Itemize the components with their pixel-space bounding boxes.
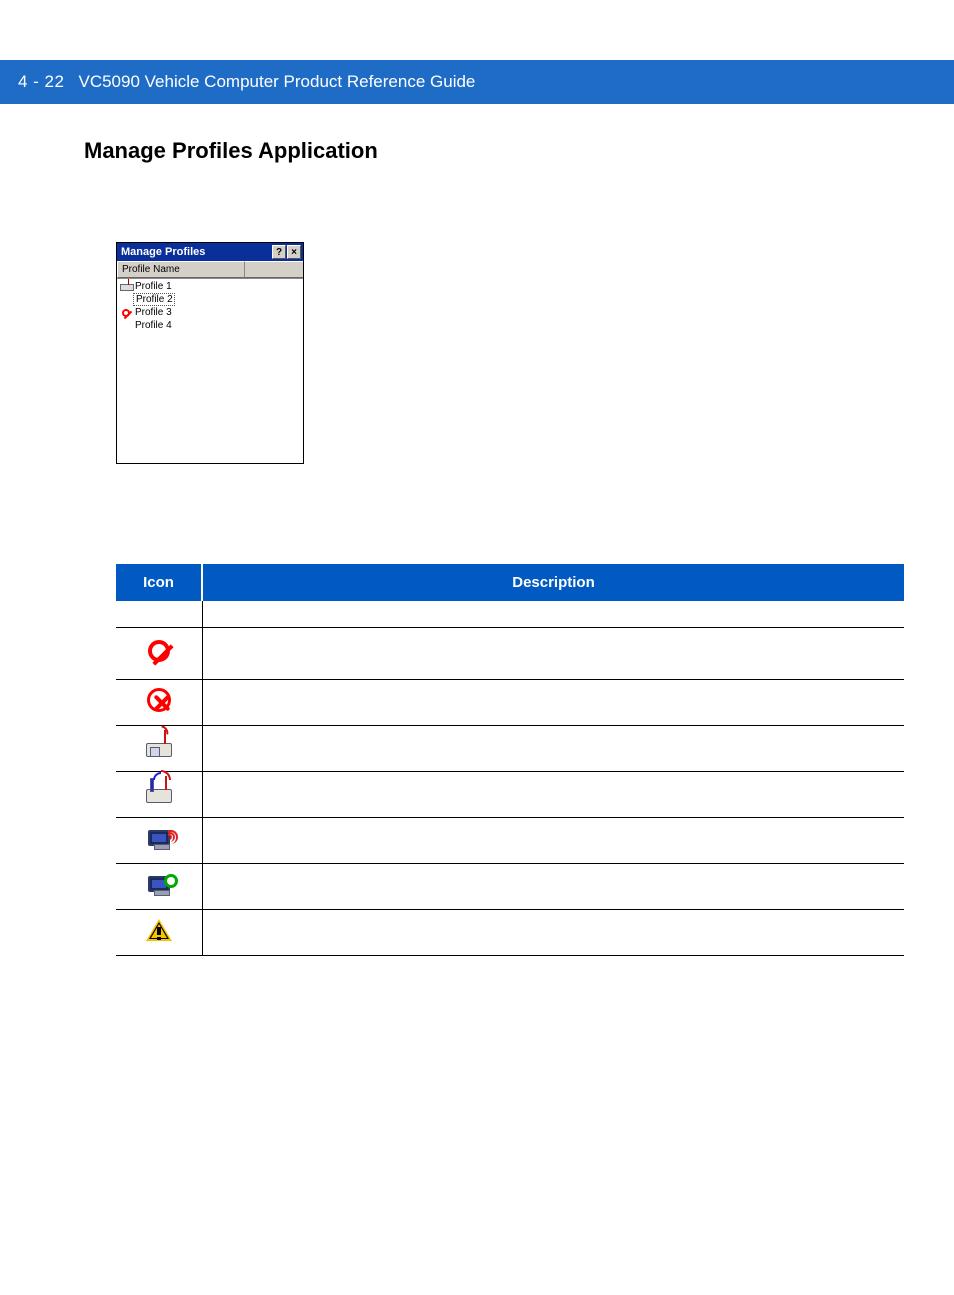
col-icon: Icon (116, 564, 202, 601)
col-description: Description (202, 564, 904, 601)
table-row (116, 601, 904, 627)
column-profile-name[interactable]: Profile Name (117, 261, 245, 278)
table-row (116, 725, 904, 771)
page-number: 4 - 22 (18, 72, 64, 92)
warning-icon (146, 919, 172, 941)
list-header: Profile Name (117, 261, 303, 279)
profile-label: Profile 3 (133, 307, 172, 318)
icon-cell (116, 771, 202, 817)
window-titlebar: Manage Profiles ? × (117, 243, 303, 261)
profile-label: Profile 4 (133, 320, 172, 331)
table-row (116, 679, 904, 725)
list-item[interactable]: Profile 1 (117, 280, 303, 293)
desc-cell (202, 817, 904, 863)
desc-cell (202, 627, 904, 679)
desc-cell (202, 909, 904, 955)
monitor-transmit-icon (148, 830, 170, 846)
desc-cell (202, 863, 904, 909)
monitor-config-icon (148, 876, 170, 892)
help-button[interactable]: ? (272, 245, 286, 259)
table-row (116, 909, 904, 955)
window-title: Manage Profiles (121, 246, 271, 258)
icon-cell (116, 601, 202, 627)
nosymbol-icon (148, 640, 170, 662)
table-row (116, 863, 904, 909)
table-row (116, 817, 904, 863)
icon-cell (116, 725, 202, 771)
disabled-icon (119, 309, 133, 317)
profile-list[interactable]: Profile 1 Profile 2 Profile 3 Profile 4 (117, 279, 303, 463)
manage-profiles-window: Manage Profiles ? × Profile Name Profile… (116, 242, 304, 464)
section-heading: Manage Profiles Application (84, 138, 904, 164)
page-header: 4 - 22 VC5090 Vehicle Computer Product R… (0, 60, 954, 104)
desc-cell (202, 679, 904, 725)
table-row (116, 627, 904, 679)
icon-cell (116, 679, 202, 725)
ap-dual-icon (146, 789, 172, 803)
doc-title: VC5090 Vehicle Computer Product Referenc… (78, 72, 475, 92)
desc-cell (202, 601, 904, 627)
connected-icon (119, 282, 133, 291)
icon-cell (116, 863, 202, 909)
x-circle-icon (147, 688, 171, 712)
profile-label: Profile 1 (133, 281, 172, 292)
icon-description-table: Icon Description (116, 564, 904, 956)
close-button[interactable]: × (287, 245, 301, 259)
list-item[interactable]: Profile 4 (117, 319, 303, 332)
desc-cell (202, 771, 904, 817)
ap-single-icon (146, 743, 172, 757)
profile-label: Profile 2 (133, 293, 175, 306)
desc-cell (202, 725, 904, 771)
icon-cell (116, 817, 202, 863)
column-spacer (245, 261, 303, 278)
icon-cell (116, 909, 202, 955)
table-row (116, 771, 904, 817)
list-item[interactable]: Profile 3 (117, 306, 303, 319)
list-item[interactable]: Profile 2 (117, 293, 303, 306)
icon-cell (116, 627, 202, 679)
